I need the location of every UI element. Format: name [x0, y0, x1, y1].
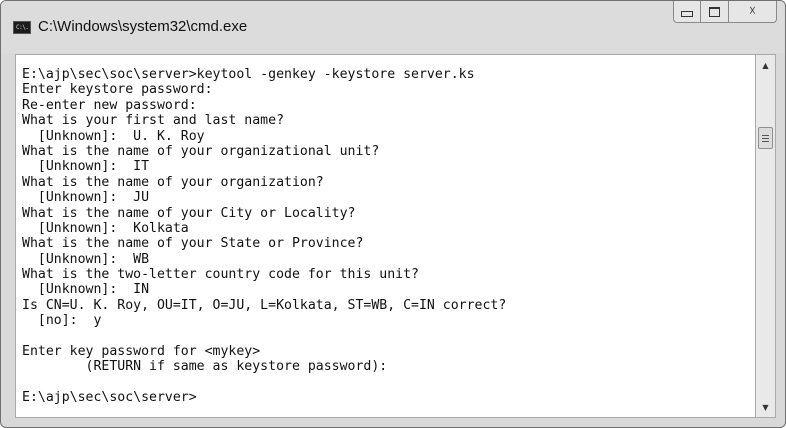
- cmd-icon-label: C:\.: [16, 24, 29, 31]
- console-line: Is CN=U. K. Roy, OU=IT, O=JU, L=Kolkata,…: [22, 297, 507, 313]
- minimize-button[interactable]: [673, 1, 701, 23]
- console-line: [Unknown]: IT: [22, 159, 150, 175]
- grip-line: [762, 141, 769, 142]
- console-line: What is the name of your State or Provin…: [22, 236, 364, 252]
- window-title: C:\Windows\system32\cmd.exe: [38, 18, 248, 35]
- window-controls: ☓: [673, 1, 777, 25]
- console-line: What is the name of your City or Localit…: [22, 205, 356, 221]
- console-line: [no]: y: [22, 313, 102, 329]
- console-line: [Unknown]: JU: [22, 190, 150, 206]
- maximize-button[interactable]: [701, 1, 729, 23]
- maximize-icon: [709, 6, 720, 17]
- title-bar[interactable]: C:\. C:\Windows\system32\cmd.exe ☓: [1, 1, 785, 53]
- cmd-icon[interactable]: C:\.: [13, 21, 31, 34]
- console-line: What is the name of your organization?: [22, 174, 324, 190]
- console-line: What is your first and last name?: [22, 113, 285, 129]
- vertical-scrollbar[interactable]: ▲ ▼: [756, 54, 776, 418]
- console-line: E:\ajp\sec\soc\server>: [22, 390, 197, 406]
- console-output[interactable]: E:\ajp\sec\soc\server>keytool -genkey -k…: [15, 54, 756, 418]
- console-lines: E:\ajp\sec\soc\server>keytool -genkey -k…: [22, 67, 506, 406]
- scroll-up-icon[interactable]: ▲: [756, 57, 775, 73]
- minimize-icon: [681, 11, 693, 17]
- console-line: E:\ajp\sec\soc\server>keytool -genkey -k…: [22, 67, 475, 82]
- console-line: [Unknown]: WB: [22, 251, 150, 267]
- console-line: (RETURN if same as keystore password):: [22, 359, 388, 375]
- console-line: [Unknown]: Kolkata: [22, 220, 189, 236]
- close-icon: ☓: [749, 4, 756, 19]
- console-line: Enter key password for <mykey>: [22, 344, 261, 360]
- console-line: Enter keystore password:: [22, 82, 213, 98]
- grip-line: [762, 135, 769, 136]
- console-line: [Unknown]: IN: [22, 282, 150, 298]
- scroll-down-icon[interactable]: ▼: [756, 399, 775, 415]
- cmd-window: C:\. C:\Windows\system32\cmd.exe ☓ E:\aj…: [0, 0, 786, 428]
- console-line: What is the name of your organizational …: [22, 143, 380, 159]
- console-line: [Unknown]: U. K. Roy: [22, 128, 205, 144]
- grip-line: [762, 138, 769, 139]
- console-line: What is the two-letter country code for …: [22, 267, 419, 283]
- close-button[interactable]: ☓: [729, 1, 777, 23]
- scroll-thumb[interactable]: [758, 127, 773, 149]
- console-line: Re-enter new password:: [22, 97, 197, 113]
